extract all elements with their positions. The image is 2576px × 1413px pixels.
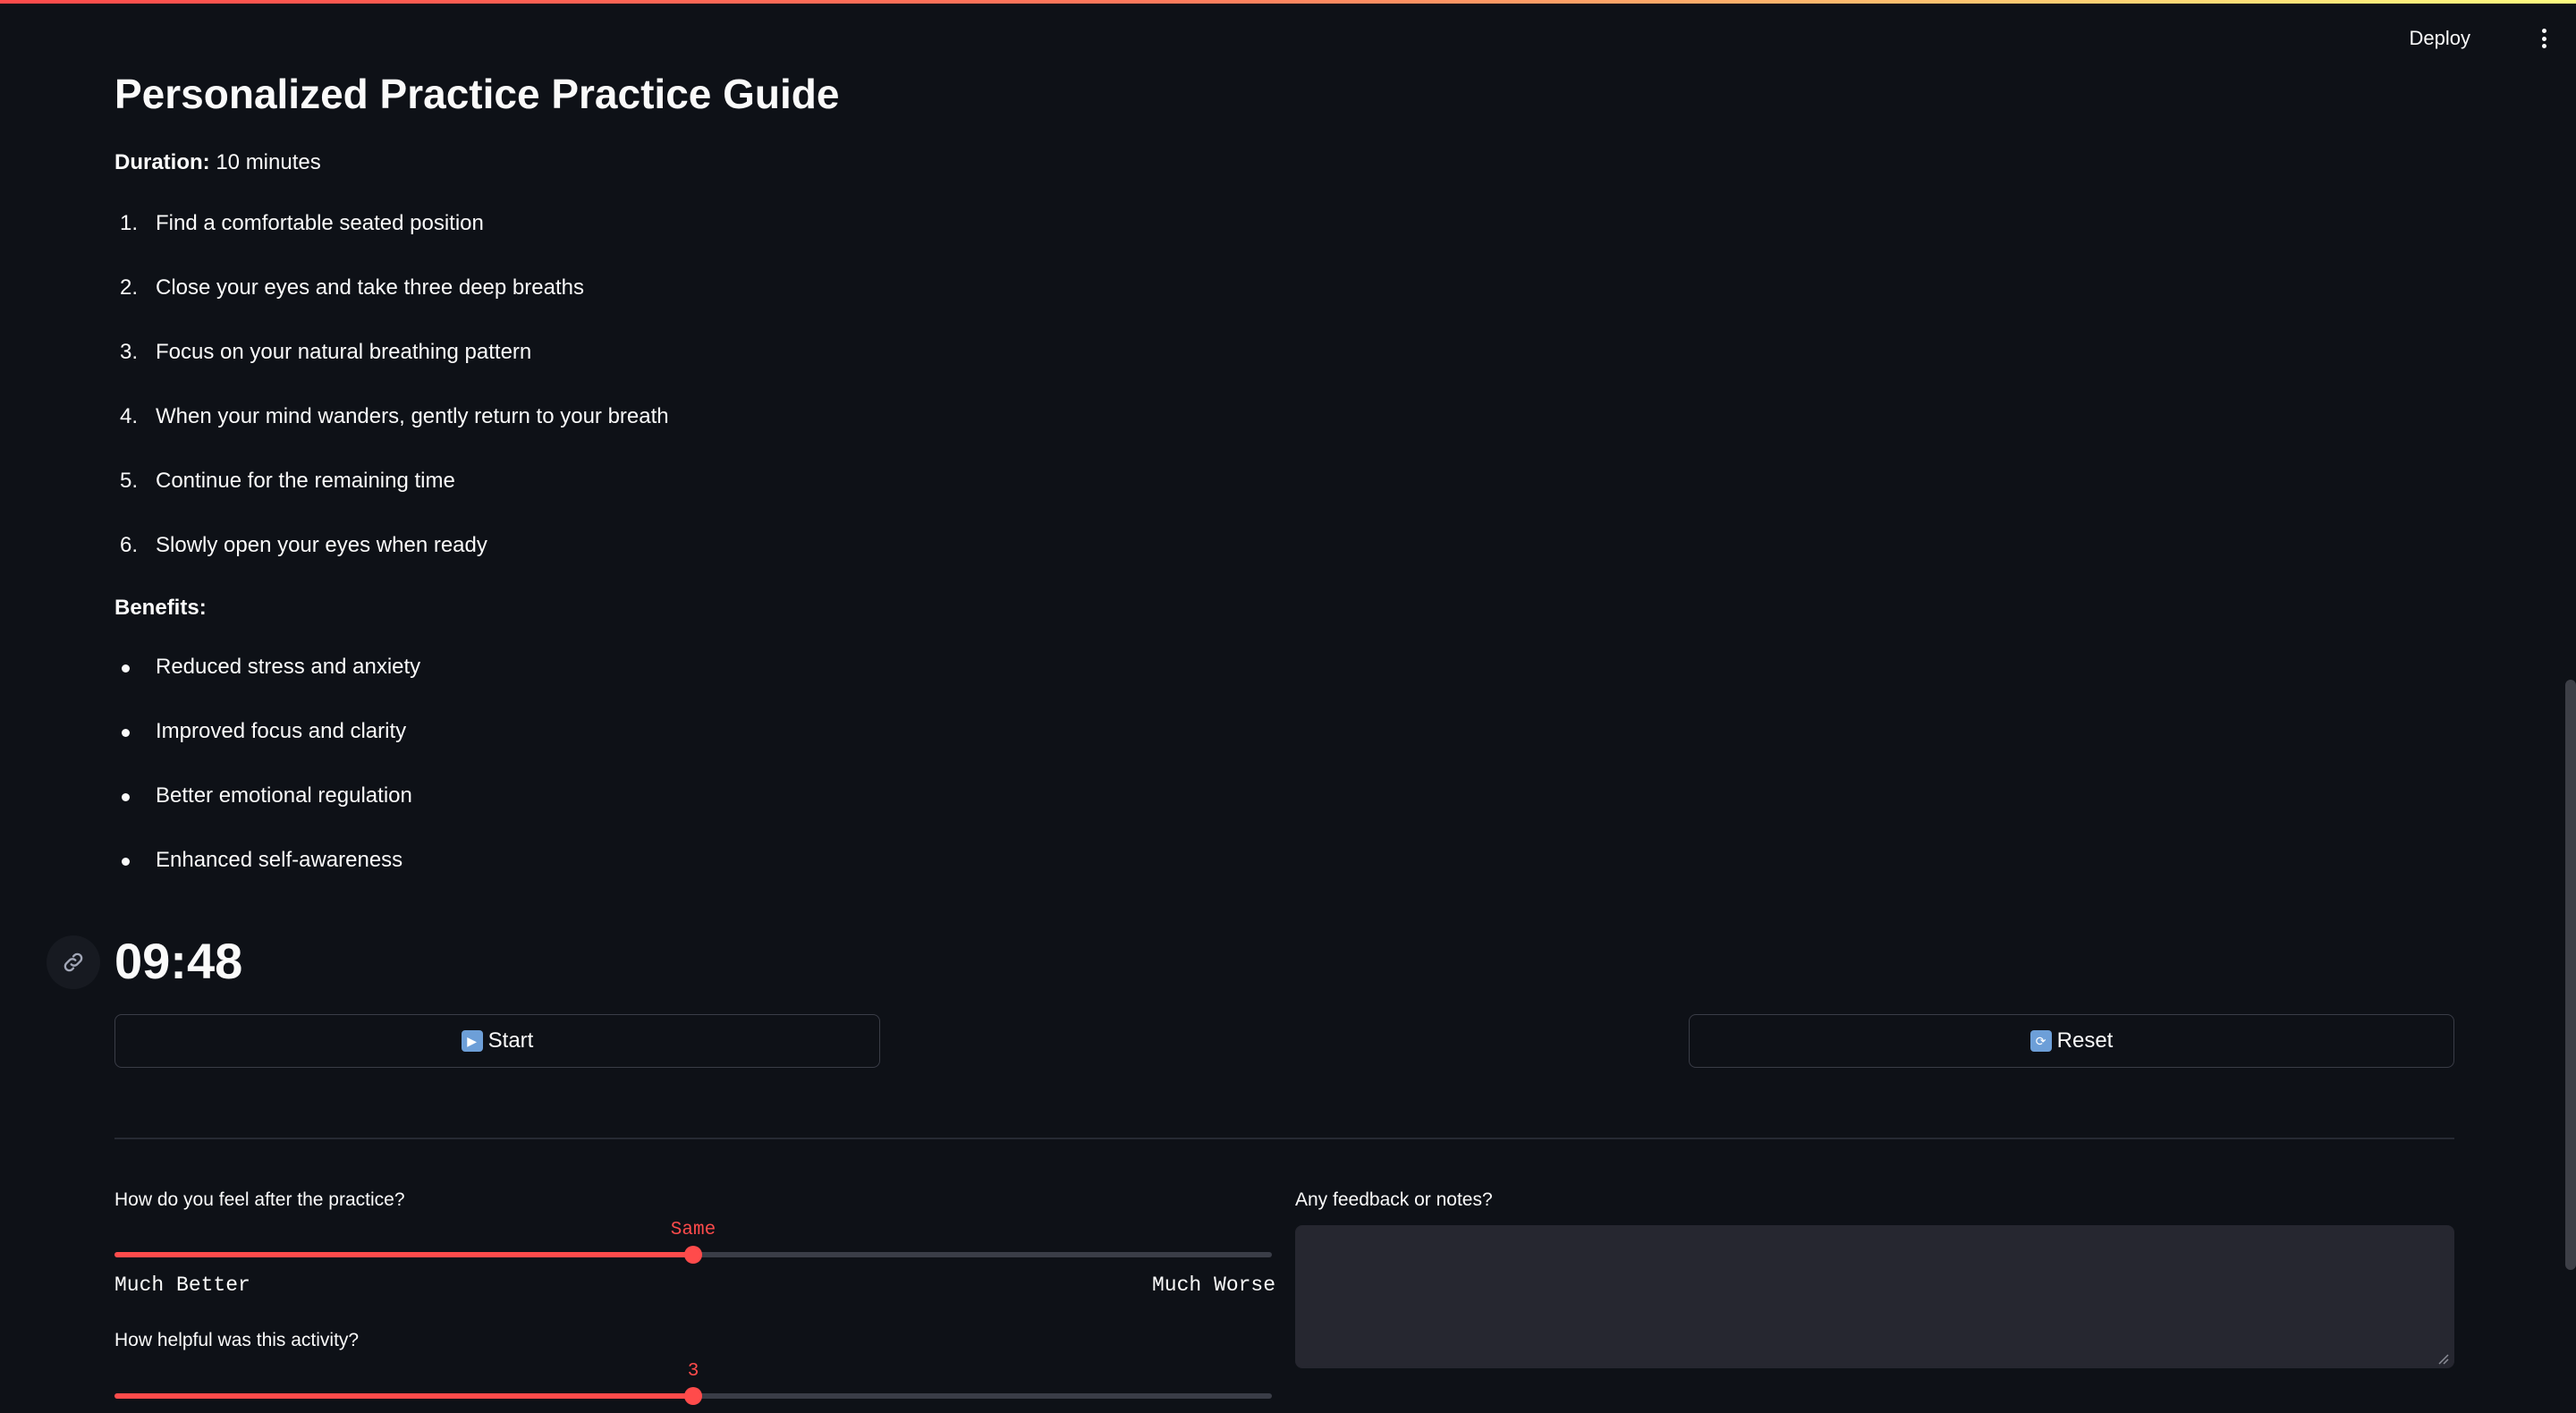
slider-min-label: Much Better [114, 1273, 250, 1297]
list-item: 6. Slowly open your eyes when ready [114, 533, 669, 597]
helpful-slider[interactable]: 3 [114, 1361, 1272, 1413]
step-text: Continue for the remaining time [156, 469, 455, 493]
step-number: 2. [120, 275, 139, 300]
bullet-icon [122, 858, 130, 866]
deploy-button[interactable]: Deploy [2402, 23, 2478, 54]
bullet-icon [122, 793, 130, 801]
slider-fill [114, 1393, 693, 1399]
slider-fill [114, 1252, 693, 1257]
step-number: 3. [120, 340, 139, 364]
benefits-list: Reduced stress and anxiety Improved focu… [114, 655, 420, 912]
step-text: Find a comfortable seated position [156, 211, 484, 235]
slider-max-label: Much Worse [1152, 1273, 1276, 1297]
start-button-label: Start [487, 1028, 534, 1053]
bullet-icon [122, 729, 130, 737]
slider-thumb[interactable] [684, 1246, 702, 1264]
benefit-text: Improved focus and clarity [156, 719, 407, 743]
list-item: 3. Focus on your natural breathing patter… [114, 340, 669, 404]
feeling-slider[interactable]: Same [114, 1220, 1272, 1272]
list-item: Better emotional regulation [114, 783, 420, 848]
list-item: Enhanced self-awareness [114, 848, 420, 912]
step-number: 4. [120, 404, 139, 428]
notes-label: Any feedback or notes? [1295, 1189, 1493, 1210]
arrows-cycle-icon: ⟳ [2029, 1030, 2052, 1052]
benefit-text: Better emotional regulation [156, 783, 412, 808]
step-number: 1. [120, 211, 139, 235]
list-item: 4. When your mind wanders, gently return … [114, 404, 669, 469]
slider-value-label: 3 [687, 1361, 699, 1382]
reset-button[interactable]: ⟳ Reset [1689, 1014, 2454, 1068]
step-text: Focus on your natural breathing pattern [156, 340, 532, 364]
notes-textarea[interactable] [1295, 1225, 2454, 1368]
page-title: Personalized Practice Practice Guide [114, 71, 840, 117]
slider-value-label: Same [670, 1220, 716, 1240]
list-item: 2. Close your eyes and take three deep br… [114, 275, 669, 340]
resize-grip-icon[interactable] [2436, 1352, 2449, 1365]
step-number: 6. [120, 533, 139, 557]
duration-line: Duration: 10 minutes [114, 150, 321, 175]
step-number: 5. [120, 469, 139, 493]
benefit-text: Reduced stress and anxiety [156, 655, 421, 679]
duration-value: 10 minutes [216, 150, 321, 174]
steps-list: 1. Find a comfortable seated position 2. C… [114, 211, 669, 597]
list-item: Improved focus and clarity [114, 719, 420, 783]
step-text: Slowly open your eyes when ready [156, 533, 487, 557]
link-icon[interactable] [47, 935, 100, 989]
play-icon: ▶ [461, 1030, 483, 1052]
list-item: 1. Find a comfortable seated position [114, 211, 669, 275]
app-header: Deploy [0, 4, 2576, 70]
helpful-question-label: How helpful was this activity? [114, 1330, 360, 1350]
kebab-menu-icon[interactable] [2537, 25, 2551, 52]
bullet-icon [122, 664, 130, 673]
divider [114, 1138, 2454, 1139]
duration-label: Duration: [114, 150, 210, 174]
feeling-question-label: How do you feel after the practice? [114, 1189, 405, 1210]
scrollbar[interactable] [2565, 680, 2576, 1270]
timer-display: 09:48 [114, 933, 243, 989]
benefits-label: Benefits: [114, 596, 207, 620]
benefit-text: Enhanced self-awareness [156, 848, 403, 872]
list-item: 5. Continue for the remaining time [114, 469, 669, 533]
reset-button-label: Reset [2056, 1028, 2114, 1053]
slider-thumb[interactable] [684, 1387, 702, 1405]
step-text: Close your eyes and take three deep brea… [156, 275, 584, 300]
start-button[interactable]: ▶ Start [114, 1014, 880, 1068]
step-text: When your mind wanders, gently return to… [156, 404, 669, 428]
list-item: Reduced stress and anxiety [114, 655, 420, 719]
